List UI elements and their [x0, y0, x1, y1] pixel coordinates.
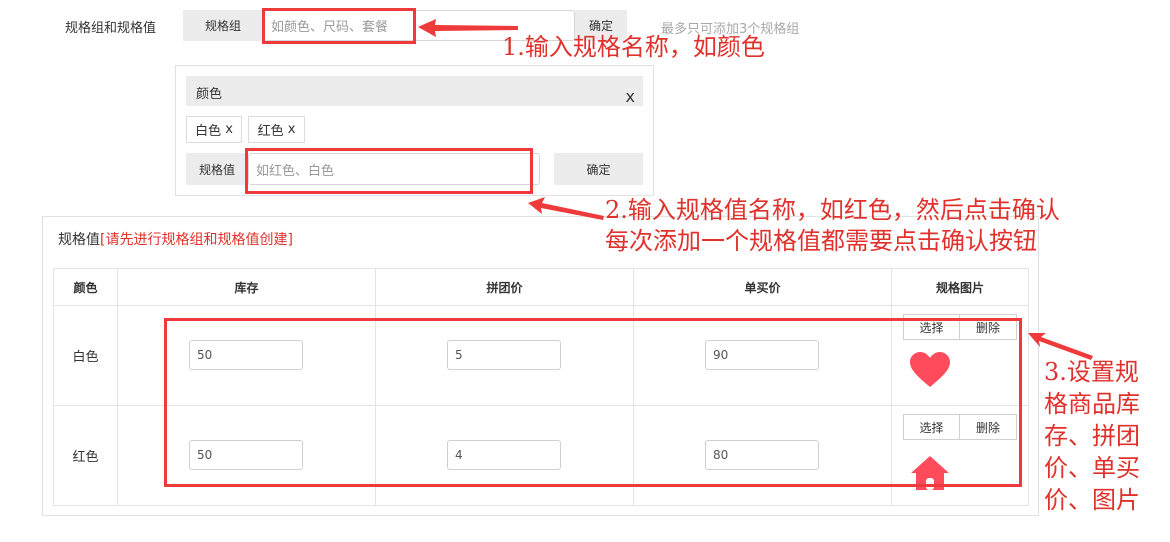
annotation-step3-line: 价、单买: [1044, 454, 1140, 482]
annotation-step3-line: 格商品库: [1044, 390, 1140, 418]
annotation-step3-line: 存、拼团: [1044, 422, 1140, 450]
annotation-step2-line2: 每次添加一个规格值都需要点击确认按钮: [605, 227, 1037, 255]
annotation-step3-line: 价、图片: [1044, 486, 1140, 514]
annotation-arrows: [418, 19, 1093, 360]
annotation-step3-line: 3.设置规: [1044, 358, 1139, 386]
annotation-step2-line1: 2.输入规格值名称，如红色，然后点击确认: [605, 196, 1060, 224]
annotation-step1: 1.输入规格名称，如颜色: [502, 33, 765, 61]
annotation-step3: 3.设置规 格商品库 存、拼团 价、单买 价、图片: [1044, 356, 1164, 516]
